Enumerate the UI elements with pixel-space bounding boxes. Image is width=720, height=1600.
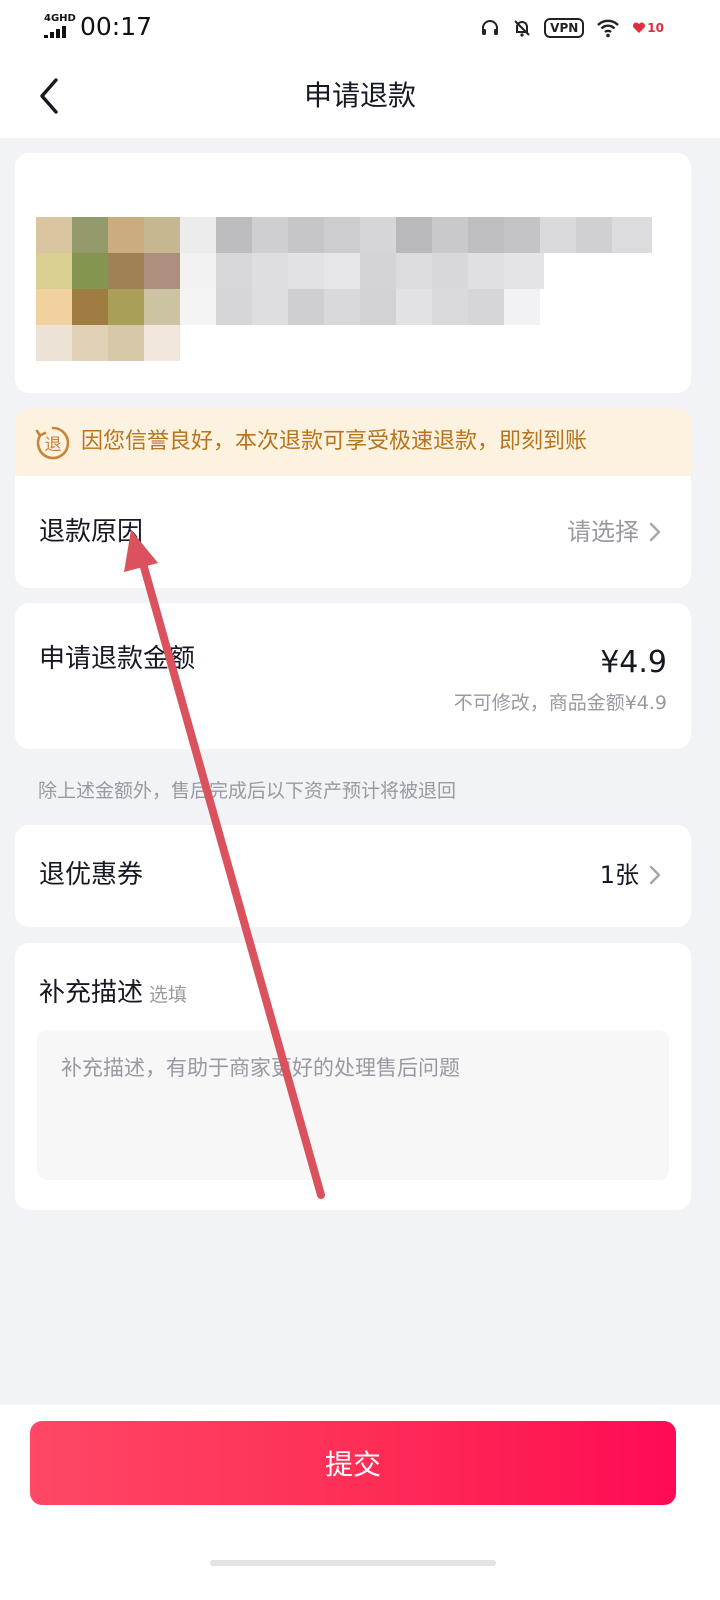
refund-amount-label: 申请退款金额 [39,644,196,674]
express-refund-text: 因您信誉良好，本次退款可享受极速退款，即刻到账 [81,429,588,454]
headphones-icon [482,20,499,35]
optional-tag: 选填 [149,984,188,1006]
refund-reason-placeholder: 请选择 [567,518,639,546]
signal-bars-icon [44,26,66,38]
chevron-right-icon [649,865,661,885]
submit-button[interactable]: 提交 [30,1421,676,1505]
refund-amount-card: 申请退款金额 ¥4.9 不可修改，商品金额¥4.9 [15,603,691,749]
signal-indicator: 4GHD [44,14,76,40]
refund-amount-value: ¥4.9 [600,645,667,680]
coupon-refund-row[interactable]: 退优惠券 1张 [15,825,691,927]
battery-indicator: 10 [632,21,664,35]
wifi-icon [597,19,620,38]
bottom-bar: 提交 [0,1405,720,1600]
description-title: 补充描述 选填 [39,975,187,1013]
heart-battery-icon [633,22,646,33]
coupon-label: 退优惠券 [39,860,144,890]
express-refund-banner: 退 因您信誉良好，本次退款可享受极速退款，即刻到账 [15,408,691,476]
description-input[interactable] [37,1030,669,1180]
status-time: 00:17 [80,12,153,41]
assets-return-hint: 除上述金额外，售后完成后以下资产预计将被退回 [38,780,457,802]
blurred-product-info [36,217,652,361]
status-bar: 4GHD 00:17 VPN 10 [0,0,720,56]
vpn-badge: VPN [544,18,585,38]
battery-level: 10 [647,21,664,35]
chevron-right-icon [649,522,661,542]
product-card [15,153,691,393]
refund-reason-selector[interactable]: 请选择 [567,515,663,549]
home-indicator [210,1560,496,1566]
coupon-selector[interactable]: 1张 [600,858,663,892]
description-title-text: 补充描述 [39,978,144,1008]
refund-reason-row[interactable]: 退款原因 请选择 [15,476,691,588]
refund-amount-note: 不可修改，商品金额¥4.9 [453,692,667,714]
status-icons: VPN 10 [480,14,664,42]
page-title: 申请退款 [303,79,416,112]
refund-reason-label: 退款原因 [39,517,144,547]
network-type: 4GHD [44,13,76,24]
nav-bar: 申请退款 [0,56,720,138]
coupon-count: 1张 [599,861,639,889]
description-card: 补充描述 选填 [15,943,691,1210]
refund-badge-text: 退 [45,435,62,455]
refund-badge-icon: 退 [35,426,70,460]
bell-off-icon [514,20,530,37]
